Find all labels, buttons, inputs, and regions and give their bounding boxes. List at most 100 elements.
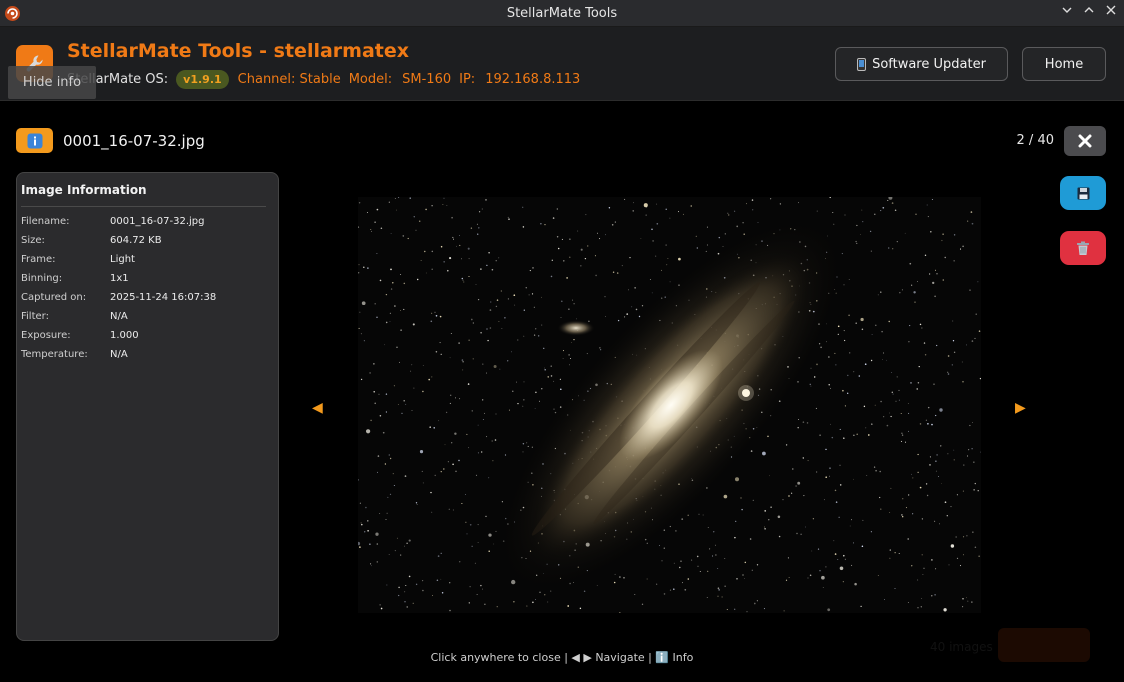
star: [452, 509, 454, 511]
previous-image-button[interactable]: ◀: [312, 400, 323, 416]
image-viewer[interactable]: 40 images 0001_16-07-32.jpg 2 / 40 Image…: [0, 102, 1124, 682]
delete-image-button[interactable]: [1060, 231, 1106, 265]
star: [682, 213, 684, 215]
maximize-button[interactable]: [1080, 4, 1098, 22]
star: [385, 293, 388, 296]
star: [360, 378, 363, 381]
star: [401, 412, 403, 415]
star: [439, 315, 442, 318]
hide-info-button[interactable]: Hide info: [8, 66, 96, 99]
star: [917, 381, 920, 384]
star: [656, 203, 658, 205]
star: [447, 461, 449, 463]
save-image-button[interactable]: [1060, 176, 1106, 210]
star: [978, 330, 981, 332]
star: [679, 566, 681, 569]
star: [901, 434, 904, 436]
star: [972, 531, 974, 533]
star: [927, 406, 930, 409]
star: [451, 216, 453, 219]
home-button[interactable]: Home: [1022, 47, 1106, 81]
star: [921, 554, 923, 556]
star: [744, 561, 747, 564]
star: [395, 209, 397, 211]
image-filename: 0001_16-07-32.jpg: [63, 132, 205, 150]
star: [455, 470, 457, 473]
next-image-button[interactable]: ▶: [1015, 400, 1026, 416]
star: [829, 475, 831, 477]
star: [626, 313, 628, 315]
star: [663, 547, 665, 549]
star: [651, 228, 653, 231]
star: [379, 414, 382, 417]
star: [921, 598, 923, 600]
star: [646, 578, 648, 580]
star: [936, 273, 938, 275]
star: [551, 259, 553, 261]
star: [883, 352, 885, 354]
star: [915, 213, 917, 215]
star: [393, 385, 395, 387]
image-counter: 2 / 40: [1016, 133, 1054, 148]
minimize-button[interactable]: [1058, 4, 1076, 22]
star: [834, 553, 837, 555]
star: [851, 564, 853, 566]
star: [365, 506, 367, 509]
star: [967, 455, 969, 457]
star: [770, 506, 772, 508]
star: [560, 317, 562, 318]
model-label: Model:: [348, 72, 393, 87]
star: [379, 513, 381, 514]
window-close-button[interactable]: [1102, 4, 1120, 22]
star: [511, 351, 512, 353]
star: [531, 293, 534, 295]
star: [917, 579, 919, 581]
star: [687, 578, 690, 580]
star: [430, 491, 432, 494]
star: [421, 470, 423, 472]
star: [944, 256, 946, 259]
star: [379, 279, 382, 282]
star: [513, 294, 516, 297]
star: [715, 554, 717, 556]
star: [652, 240, 654, 242]
star: [706, 597, 708, 598]
star: [901, 432, 903, 435]
star: [861, 209, 863, 211]
star: [504, 316, 506, 319]
software-updater-button[interactable]: Software Updater: [835, 47, 1008, 81]
star: [447, 269, 449, 272]
star: [632, 210, 634, 212]
star: [947, 373, 950, 375]
close-viewer-button[interactable]: [1064, 126, 1106, 156]
star: [403, 308, 405, 310]
star: [442, 204, 444, 205]
star: [886, 424, 889, 427]
star: [830, 423, 831, 425]
star: [675, 530, 677, 532]
star: [468, 258, 470, 260]
info-toggle-button[interactable]: [16, 128, 53, 153]
star: [359, 546, 361, 548]
star: [844, 214, 846, 216]
star: [890, 415, 892, 418]
star: [522, 451, 524, 453]
star: [544, 223, 546, 226]
star: [899, 291, 901, 294]
star: [413, 216, 415, 218]
star: [938, 475, 939, 477]
star: [956, 494, 958, 496]
star: [974, 546, 977, 549]
star: [459, 398, 461, 400]
star: [459, 561, 461, 563]
star: [888, 247, 890, 249]
star: [661, 560, 663, 562]
star: [466, 433, 468, 435]
star: [422, 364, 424, 366]
star: [810, 385, 812, 387]
star: [904, 232, 906, 234]
star: [370, 419, 372, 422]
star: [744, 578, 745, 579]
star: [386, 584, 388, 586]
star: [823, 499, 825, 501]
